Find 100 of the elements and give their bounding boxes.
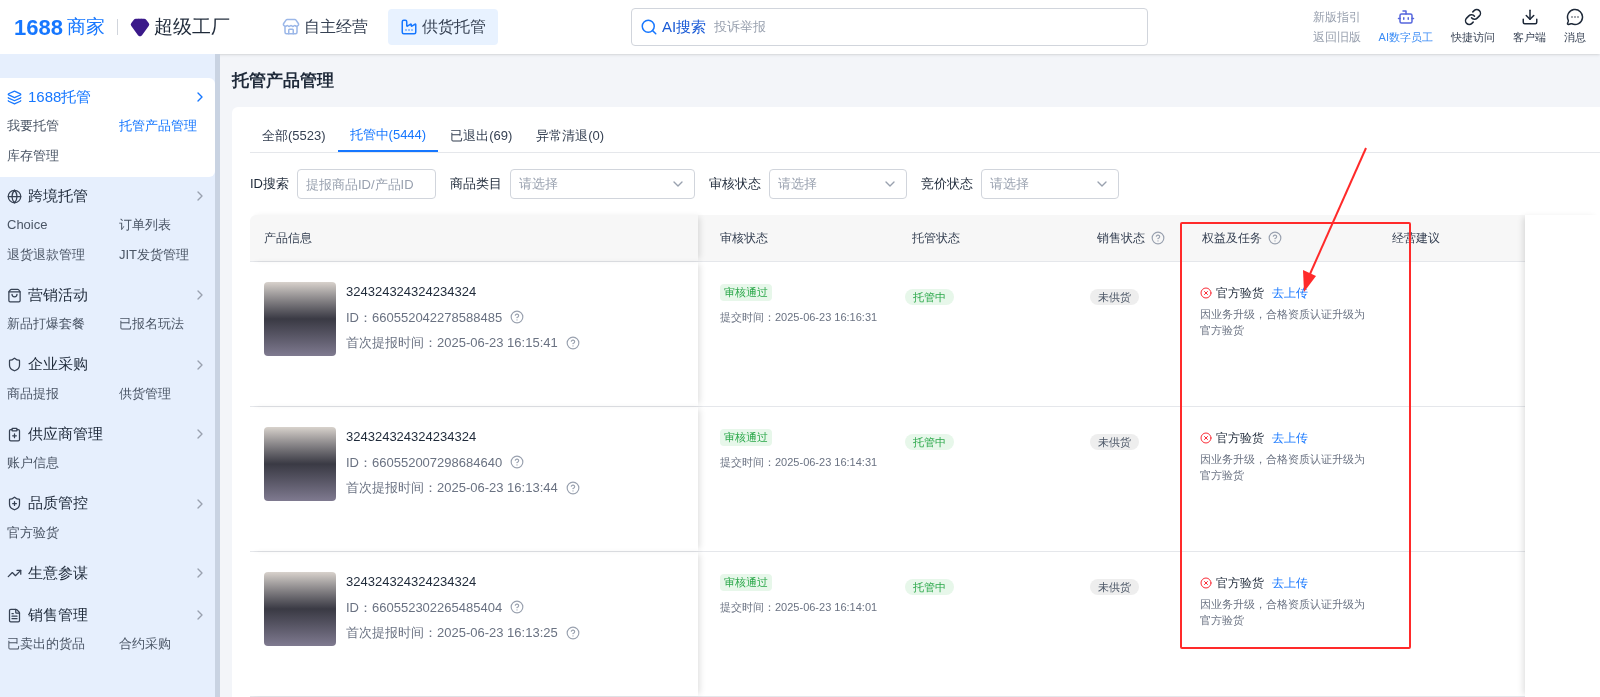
logo-text: 商家	[66, 14, 105, 39]
menu-item[interactable]: 我要托管	[7, 116, 119, 136]
status-tag: 未供货	[1090, 289, 1139, 305]
help-icon[interactable]	[1151, 231, 1165, 245]
menu-item[interactable]: 合约采购	[119, 634, 208, 654]
search-label: AI搜索	[662, 16, 707, 37]
menu-icon	[7, 426, 22, 442]
status-tag: 审核通过	[720, 574, 772, 591]
filter-label: 审核状态	[709, 175, 761, 194]
status-tag: 托管中	[905, 434, 954, 450]
task-name: 官方验货	[1216, 285, 1264, 302]
search-bar[interactable]: AI搜索 投诉举报	[631, 8, 1148, 46]
chat-icon	[1566, 8, 1584, 27]
task-description: 因业务升级，合格资质认证升级为官方验货	[1200, 307, 1366, 338]
product-id: ID：660552302265485404	[346, 598, 503, 617]
column-header: 销售状态	[1097, 230, 1145, 247]
menu-icon	[7, 89, 22, 105]
status-tag: 审核通过	[720, 429, 772, 446]
column-header: 产品信息	[264, 230, 312, 247]
menu-icon	[7, 188, 22, 204]
help-icon[interactable]	[510, 310, 525, 325]
first-report-time: 首次提报时间：2025-06-23 16:15:41	[346, 334, 558, 352]
search-field[interactable]: 投诉举报	[714, 17, 1139, 37]
status-tag: 未供货	[1090, 434, 1139, 450]
brand-name: 超级工厂	[153, 14, 230, 39]
download-icon	[1520, 8, 1539, 27]
product-id: ID：660552042278588485	[346, 308, 503, 327]
menu-title[interactable]: 供应商管理	[28, 422, 103, 446]
store-icon	[282, 18, 300, 36]
menu-item[interactable]: 托管产品管理	[119, 116, 208, 136]
nav-tab[interactable]: 供货托管	[388, 9, 498, 45]
toolbar-button[interactable]: AI数字员工	[1378, 8, 1433, 46]
menu-icon	[7, 496, 22, 511]
status-tab[interactable]: 已退出(69)	[438, 120, 525, 152]
menu-title[interactable]: 跨境托管	[28, 184, 88, 208]
menu-item[interactable]: Choice	[7, 215, 119, 235]
menu-item[interactable]: 已卖出的货品	[7, 634, 119, 654]
task-description: 因业务升级，合格资质认证升级为官方验货	[1200, 452, 1366, 483]
menu-item[interactable]: 新品打爆套餐	[7, 314, 119, 334]
help-icon[interactable]	[1268, 231, 1282, 245]
error-icon	[1200, 287, 1212, 299]
product-id: ID：660552007298684640	[346, 453, 503, 472]
first-report-time: 首次提报时间：2025-06-23 16:13:44	[346, 479, 558, 497]
toolbar-button[interactable]: 消息	[1564, 8, 1586, 46]
help-icon[interactable]	[510, 600, 525, 615]
link-icon	[1464, 8, 1482, 27]
task-name: 官方验货	[1216, 575, 1264, 592]
menu-item[interactable]: 库存管理	[7, 145, 119, 165]
menu-icon	[7, 357, 22, 372]
column-header: 审核状态	[720, 230, 768, 247]
status-tag: 审核通过	[720, 284, 772, 301]
menu-title[interactable]: 企业采购	[28, 353, 88, 376]
nav-tab[interactable]: 自主经营	[270, 9, 380, 45]
factory-icon	[400, 18, 418, 36]
page-title: 托管产品管理	[232, 69, 335, 92]
id-search-field[interactable]: 提报商品ID/产品ID	[297, 169, 436, 199]
search-icon	[640, 18, 658, 36]
task-description: 因业务升级，合格资质认证升级为官方验货	[1200, 597, 1366, 628]
toolbar-button[interactable]: 快捷访问	[1451, 8, 1495, 46]
menu-title[interactable]: 营销活动	[28, 283, 88, 307]
menu-item[interactable]: 退货退款管理	[7, 244, 119, 264]
status-tab[interactable]: 异常清退(0)	[524, 120, 617, 152]
status-tag: 托管中	[905, 289, 954, 305]
menu-title[interactable]: 1688托管	[28, 85, 92, 109]
menu-item[interactable]: JIT发货管理	[119, 244, 208, 264]
logo-number: 1688	[14, 13, 63, 42]
menu-icon	[7, 607, 22, 623]
menu-item[interactable]: 官方验货	[7, 522, 119, 542]
help-icon[interactable]	[510, 455, 525, 470]
upload-link[interactable]: 去上传	[1272, 284, 1308, 302]
menu-item[interactable]: 供货管理	[119, 383, 208, 403]
task-name: 官方验货	[1216, 430, 1264, 447]
upload-link[interactable]: 去上传	[1272, 574, 1308, 592]
filter-label: 商品类目	[450, 175, 502, 194]
status-tab[interactable]: 托管中(5444)	[337, 120, 439, 152]
status-tab[interactable]: 全部(5523)	[250, 120, 338, 152]
submit-time: 提交时间：2025-06-23 16:16:31	[720, 309, 878, 325]
toolbar-button[interactable]: 客户端	[1513, 8, 1546, 46]
menu-item[interactable]: 已报名玩法	[119, 314, 208, 334]
menu-item[interactable]: 商品提报	[7, 383, 119, 403]
product-title: 324324324324234324	[346, 428, 478, 446]
first-report-time: 首次提报时间：2025-06-23 16:13:25	[346, 624, 558, 642]
filter-label: 竞价状态	[921, 175, 973, 194]
product-title: 324324324324234324	[346, 283, 478, 301]
help-icon[interactable]	[565, 335, 580, 350]
menu-title[interactable]: 品质管控	[28, 492, 88, 515]
error-icon	[1200, 577, 1212, 589]
menu-title[interactable]: 销售管理	[28, 603, 88, 627]
menu-item[interactable]: 订单列表	[119, 215, 208, 235]
filter-label: ID搜索	[250, 175, 289, 194]
help-icon[interactable]	[565, 625, 580, 640]
error-icon	[1200, 432, 1212, 444]
menu-title[interactable]: 生意参谋	[28, 561, 88, 585]
upload-link[interactable]: 去上传	[1272, 429, 1308, 447]
submit-time: 提交时间：2025-06-23 16:14:01	[720, 599, 878, 615]
column-header: 托管状态	[912, 230, 960, 247]
help-icon[interactable]	[565, 480, 580, 495]
status-tag: 托管中	[905, 579, 954, 595]
menu-item[interactable]: 账户信息	[7, 453, 119, 473]
menu-icon	[7, 287, 22, 303]
